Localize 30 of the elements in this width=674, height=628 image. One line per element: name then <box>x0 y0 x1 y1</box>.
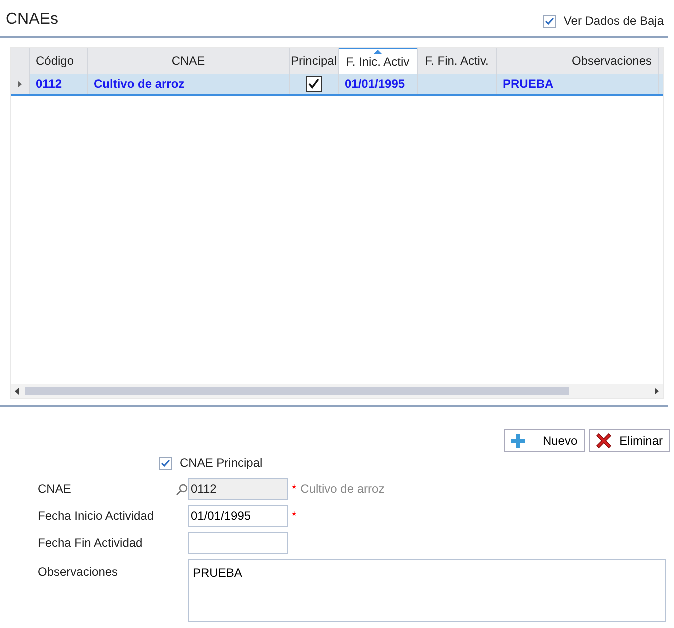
checkbox[interactable] <box>542 14 556 28</box>
checkbox-label: Ver Dados de Baja <box>564 13 664 30</box>
column-header[interactable]: F. Inic. Activ <box>339 48 418 74</box>
table-cell-text: 0112 <box>36 76 62 93</box>
plus-icon <box>510 434 525 448</box>
checkbox-label: CNAE Principal <box>180 455 263 472</box>
horizontal-scrollbar[interactable] <box>11 384 663 398</box>
field-description: Cultivo de arroz <box>300 481 385 498</box>
new-button[interactable]: Nuevo <box>504 429 585 452</box>
table-cell-text: 01/01/1995 <box>345 76 406 93</box>
checkbox[interactable] <box>159 456 172 470</box>
field-label: Fecha Inicio Actividad <box>38 508 156 525</box>
text-area[interactable]: PRUEBA <box>188 559 666 622</box>
page-title: CNAEs <box>6 10 58 30</box>
delete-button[interactable]: Eliminar <box>588 429 670 452</box>
sort-arrow-icon <box>374 50 382 54</box>
checkbox[interactable] <box>306 76 322 92</box>
row-pointer-icon <box>18 80 22 88</box>
field-label: Fecha Fin Actividad <box>38 535 144 552</box>
required-mark: * <box>292 481 297 498</box>
cross-icon <box>596 432 612 448</box>
input-field[interactable] <box>188 532 288 554</box>
table-row[interactable]: 0112 Cultivo de arroz 01/01/1995 PRUEBA <box>11 74 663 96</box>
table-cell-text: Cultivo de arroz <box>94 76 185 93</box>
search-icon <box>176 482 188 496</box>
required-mark: * <box>292 508 297 525</box>
input-field[interactable]: 01/01/1995 <box>188 505 288 527</box>
field-label: CNAE <box>38 481 72 498</box>
table-cell-text: PRUEBA <box>503 76 554 93</box>
field-label: Observaciones <box>38 564 120 581</box>
